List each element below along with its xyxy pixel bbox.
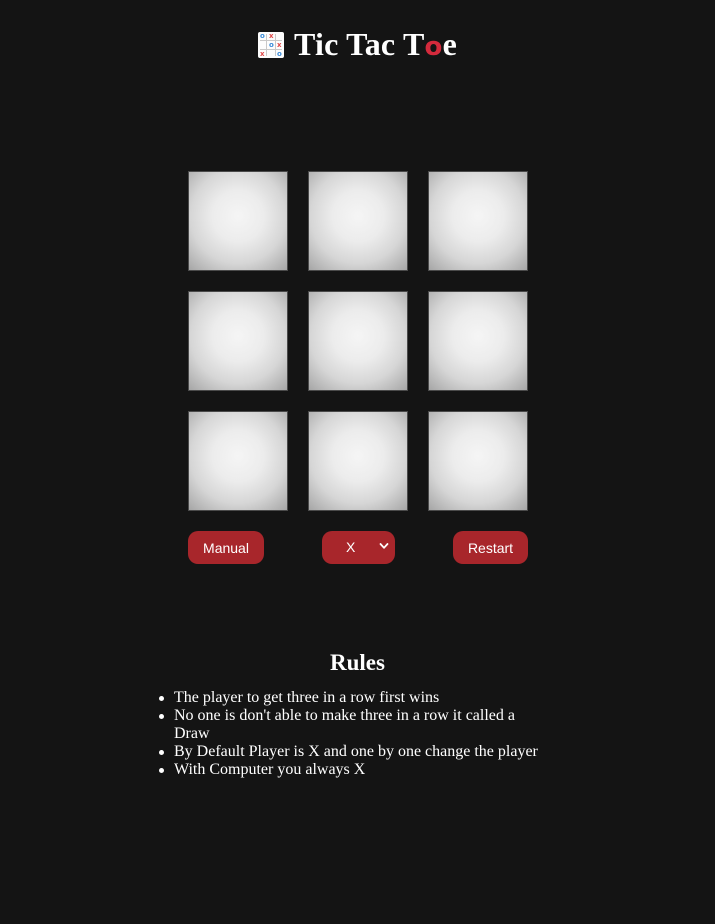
board-cell-1[interactable] (188, 171, 288, 271)
rules-heading: Rules (330, 650, 385, 675)
game-board (188, 171, 528, 511)
game-controls: Manual X Restart (188, 531, 528, 565)
player-select-value: X (346, 539, 356, 555)
board-cell-3[interactable] (428, 171, 528, 271)
board-cell-2[interactable] (308, 171, 408, 271)
board-cell-9[interactable] (428, 411, 528, 511)
board-cell-4[interactable] (188, 291, 288, 391)
rule-item: By Default Player is X and one by one ch… (159, 743, 554, 761)
restart-button[interactable]: Restart (453, 531, 528, 564)
page-title: Tic Tac Toe (294, 26, 457, 63)
title-accent-letter: o (424, 32, 443, 62)
title-prefix: Tic Tac T (294, 26, 425, 62)
page-header: o x x o x o Tic Tac Toe (0, 26, 715, 66)
board-cell-7[interactable] (188, 411, 288, 511)
rule-item: The player to get three in a row first w… (159, 689, 554, 707)
rules-list: The player to get three in a row first w… (159, 689, 554, 779)
rule-item: With Computer you always X (159, 761, 554, 779)
board-cell-6[interactable] (428, 291, 528, 391)
player-select[interactable]: X (322, 531, 395, 564)
rule-item: No one is don't able to make three in a … (159, 707, 554, 743)
title-suffix: e (442, 26, 457, 62)
title-group: o x x o x o Tic Tac Toe (258, 26, 457, 63)
chevron-down-icon (379, 543, 389, 549)
manual-button[interactable]: Manual (188, 531, 264, 564)
tic-tac-toe-grid-icon: o x x o x o (258, 31, 285, 58)
board-cell-8[interactable] (308, 411, 408, 511)
board-cell-5[interactable] (308, 291, 408, 391)
